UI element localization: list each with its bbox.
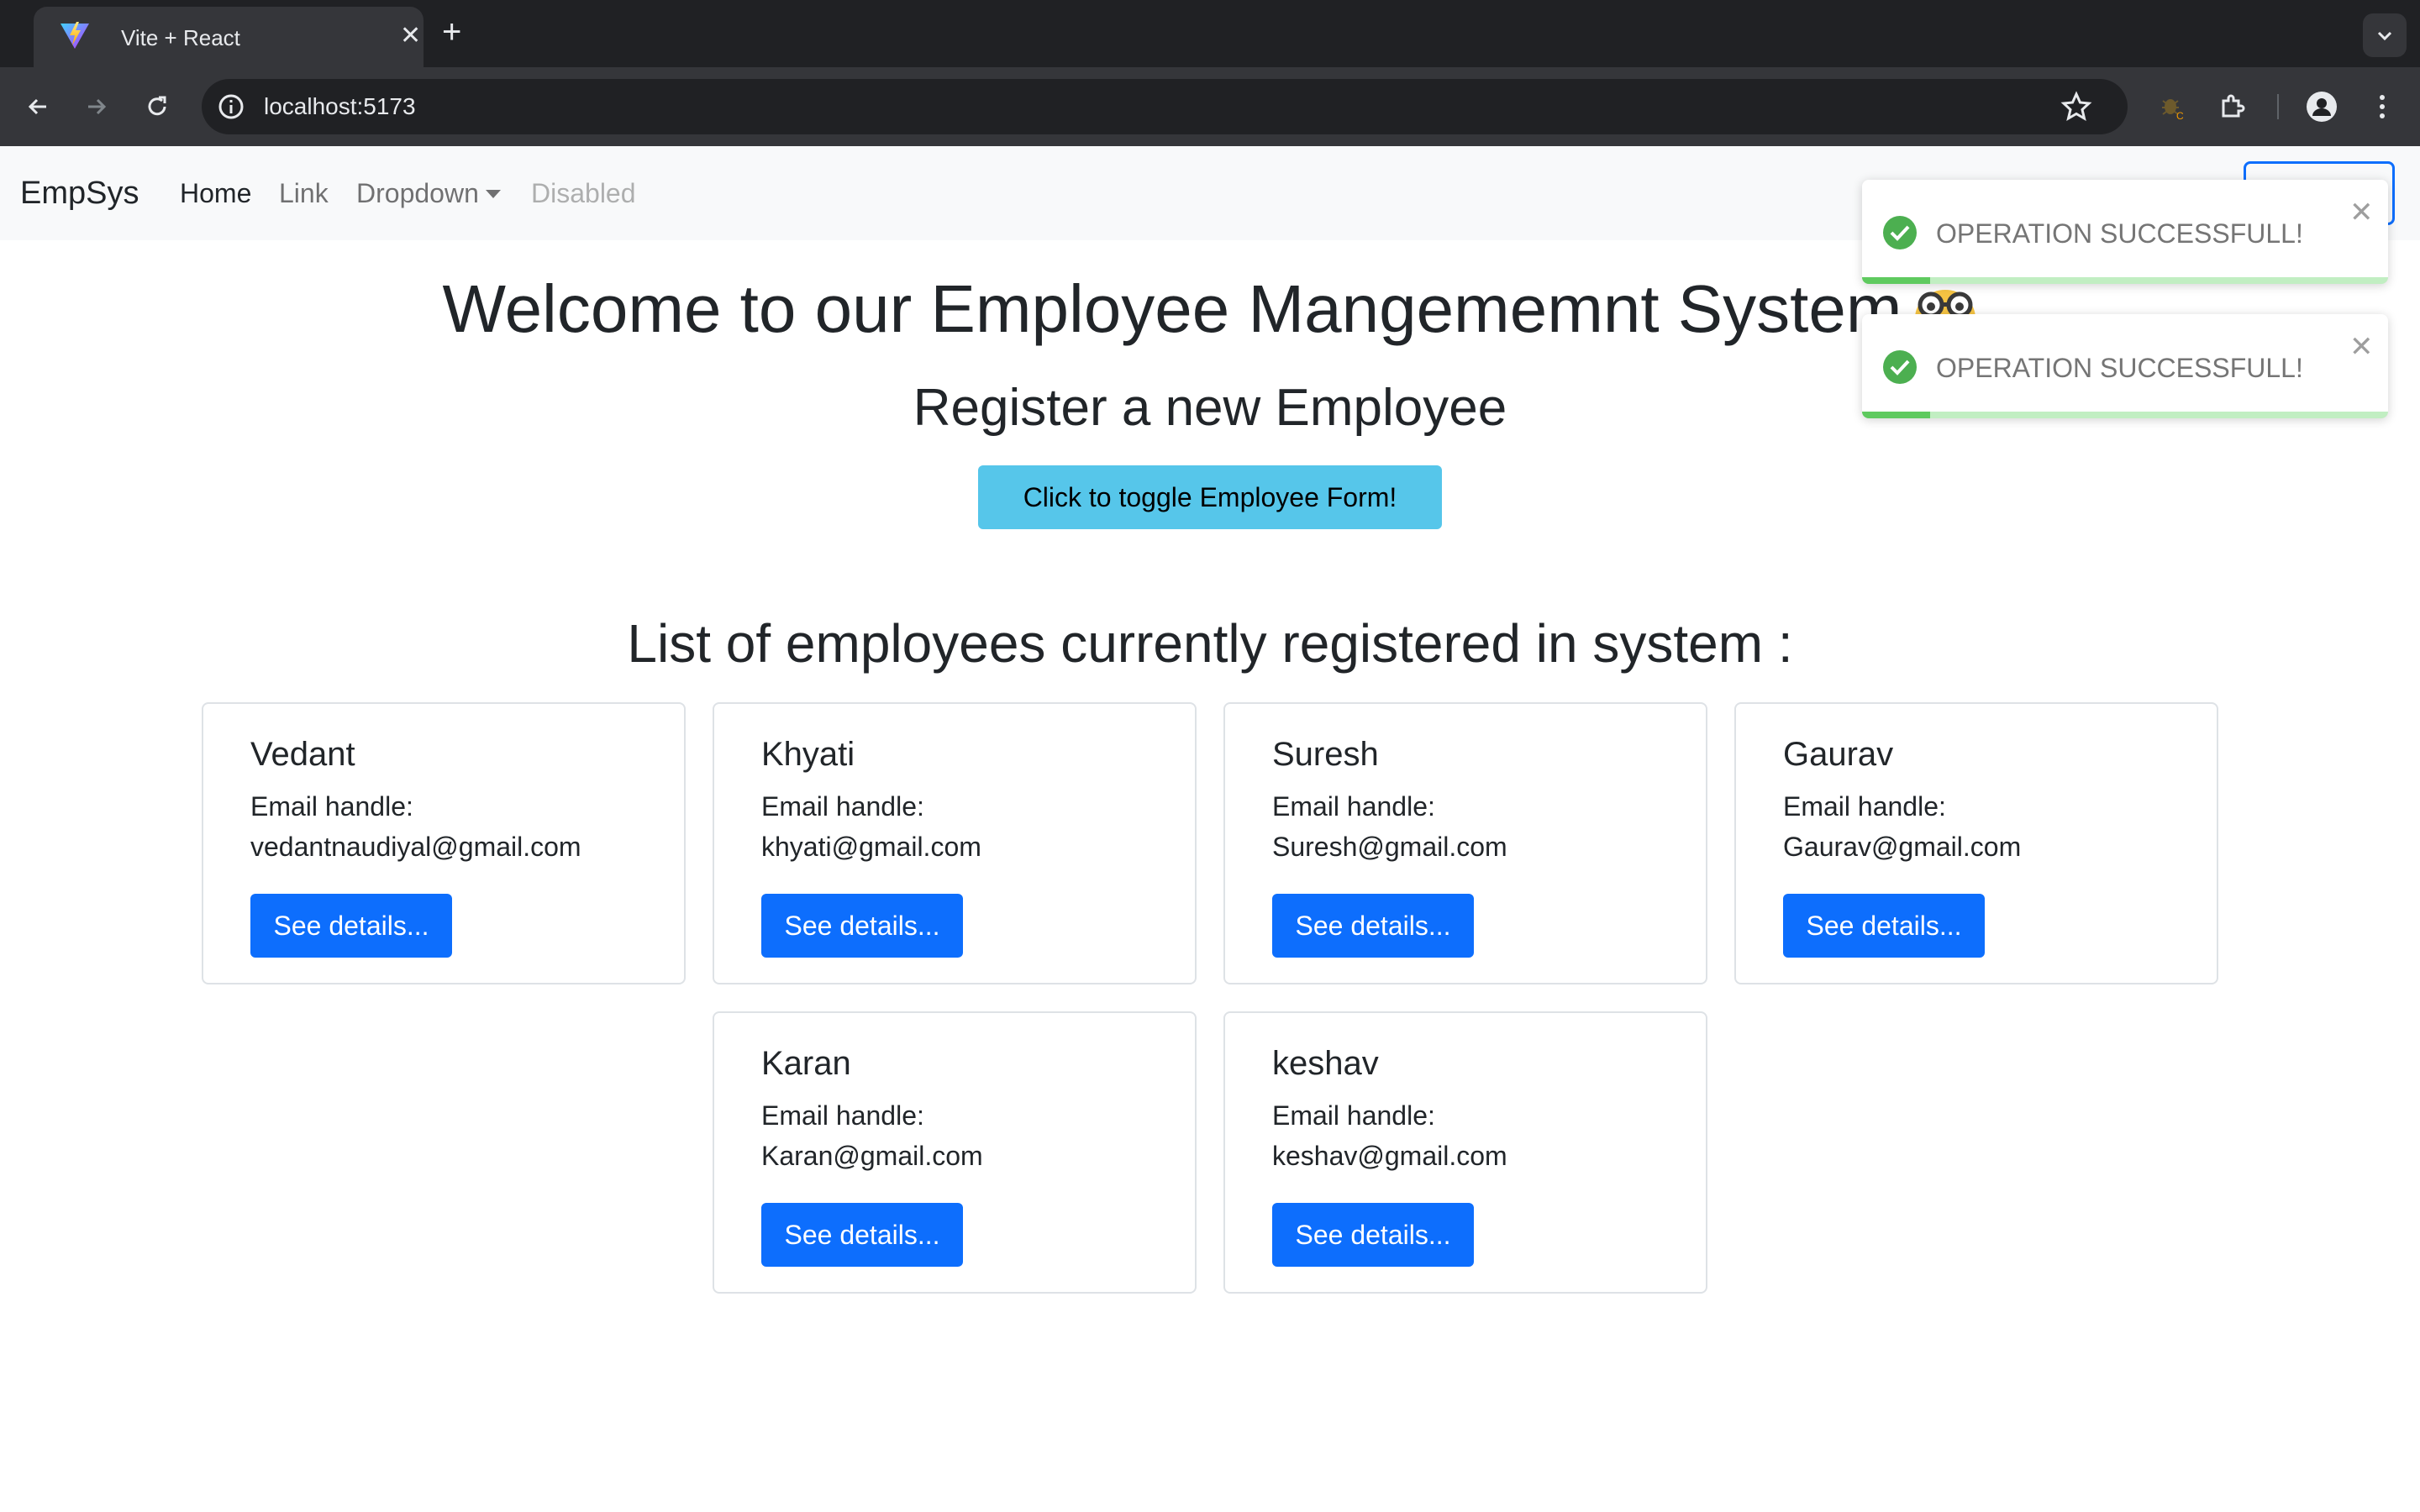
employee-email: Gaurav@gmail.com [1783, 832, 2022, 862]
back-button[interactable] [17, 86, 59, 128]
employee-card: Khyati Email handle: khyati@gmail.com Se… [713, 702, 1197, 984]
employee-card: keshav Email handle: keshav@gmail.com Se… [1223, 1011, 1707, 1294]
employee-name: Suresh [1272, 736, 1379, 773]
reload-icon [148, 96, 166, 116]
welcome-heading-text: Welcome to our Employee Mangememnt Syste… [442, 271, 1902, 346]
browser-toolbar: localhost:5173 C [0, 67, 2420, 146]
caret-down-icon [485, 189, 501, 198]
kebab-menu-icon [2380, 95, 2385, 118]
browser-tab-bar: Vite + React ✕ + [0, 0, 2420, 67]
success-toast[interactable]: OPERATION SUCCESSFULL! ✕ [1862, 180, 2388, 284]
forward-button[interactable] [76, 86, 118, 128]
employee-email: khyati@gmail.com [761, 832, 981, 862]
employee-email: Suresh@gmail.com [1272, 832, 1507, 862]
extension-bug-icon[interactable]: C [2154, 89, 2190, 124]
check-circle-icon [1883, 350, 1917, 384]
see-details-button[interactable]: See details... [1272, 894, 1474, 958]
see-details-button[interactable]: See details... [1783, 894, 1985, 958]
address-bar[interactable]: localhost:5173 [202, 79, 2128, 134]
email-label: Email handle: [761, 1100, 924, 1131]
browser-tab[interactable]: Vite + React ✕ [34, 7, 424, 67]
toolbar-separator [2277, 94, 2279, 119]
employee-card: Vedant Email handle: vedantnaudiyal@gmai… [202, 702, 686, 984]
toast-close-icon[interactable]: ✕ [2349, 198, 2374, 227]
email-label: Email handle: [1783, 791, 1946, 822]
url-text: localhost:5173 [264, 93, 416, 119]
check-circle-icon [1883, 216, 1917, 249]
toast-progress-bar [1862, 412, 1931, 418]
employee-card: Gaurav Email handle: Gaurav@gmail.com Se… [1734, 702, 2218, 984]
employee-name: Gaurav [1783, 736, 1894, 773]
email-label: Email handle: [1272, 791, 1435, 822]
see-details-button[interactable]: See details... [250, 894, 452, 958]
arrow-left-icon [28, 98, 46, 115]
chevron-down-icon [2377, 31, 2392, 41]
nav-link-disabled: Disabled [531, 178, 636, 208]
toast-message: OPERATION SUCCESSFULL! [1936, 353, 2303, 383]
employee-card: Suresh Email handle: Suresh@gmail.com Se… [1223, 702, 1707, 984]
email-label: Email handle: [250, 791, 413, 822]
employee-email: vedantnaudiyal@gmail.com [250, 832, 581, 862]
employee-card: Karan Email handle: Karan@gmail.com See … [713, 1011, 1197, 1294]
see-details-button[interactable]: See details... [761, 1203, 963, 1267]
toast-progress-bar [1862, 277, 1931, 284]
employee-email: keshav@gmail.com [1272, 1141, 1507, 1171]
employee-name: Khyati [761, 736, 855, 773]
toast-progress-track [1862, 277, 2388, 284]
employee-name: keshav [1272, 1045, 1379, 1082]
tab-close-icon[interactable]: ✕ [400, 22, 421, 50]
toast-message: OPERATION SUCCESSFULL! [1936, 218, 2303, 249]
new-tab-icon[interactable]: + [442, 13, 461, 50]
email-label: Email handle: [761, 791, 924, 822]
email-label: Email handle: [1272, 1100, 1435, 1131]
toast-close-icon[interactable]: ✕ [2349, 333, 2374, 361]
nav-dropdown[interactable]: Dropdown [356, 176, 501, 210]
browser-menu-button[interactable] [2365, 89, 2400, 124]
tab-title: Vite + React [121, 25, 240, 50]
nav-dropdown-label: Dropdown [356, 178, 479, 208]
site-info-icon[interactable] [217, 92, 245, 121]
see-details-button[interactable]: See details... [761, 894, 963, 958]
nav-link-link[interactable]: Link [279, 176, 329, 210]
tab-search-button[interactable] [2363, 13, 2407, 57]
employee-list-heading: List of employees currently registered i… [627, 613, 1793, 674]
vite-favicon-icon [60, 22, 89, 49]
employee-name: Vedant [250, 736, 355, 773]
extensions-button[interactable] [2215, 89, 2250, 124]
navbar-brand[interactable]: EmpSys [20, 173, 139, 213]
bookmark-star-icon[interactable] [2060, 91, 2092, 123]
see-details-button[interactable]: See details... [1272, 1203, 1474, 1267]
profile-button[interactable] [2304, 89, 2339, 124]
employee-name: Karan [761, 1045, 851, 1082]
employee-email: Karan@gmail.com [761, 1141, 983, 1171]
profile-avatar-icon [2307, 92, 2337, 122]
toggle-employee-form-button[interactable]: Click to toggle Employee Form! [978, 465, 1442, 529]
reload-button[interactable] [136, 86, 178, 128]
svg-text:C: C [2176, 110, 2184, 121]
puzzle-icon [2222, 94, 2245, 118]
nav-link-home[interactable]: Home [180, 176, 251, 210]
bug-icon: C [2162, 99, 2184, 121]
toast-progress-track [1862, 412, 2388, 418]
arrow-right-icon [88, 98, 107, 115]
success-toast[interactable]: OPERATION SUCCESSFULL! ✕ [1862, 314, 2388, 418]
